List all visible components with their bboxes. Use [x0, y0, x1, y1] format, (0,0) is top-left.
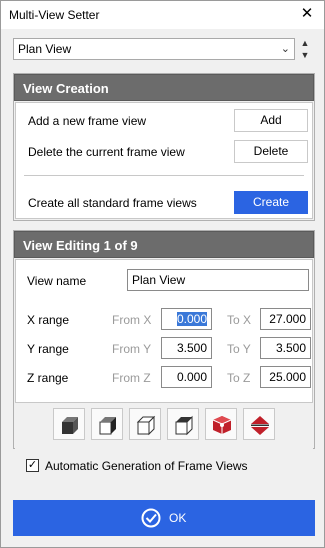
to-y-label: To Y [227, 342, 251, 356]
tool-button-3d[interactable] [205, 408, 237, 440]
view-name-label: View name [27, 274, 87, 288]
cube-3d-red-icon [212, 416, 232, 434]
cube-left-light-icon [136, 415, 156, 436]
tool-button-left[interactable] [129, 408, 161, 440]
create-button[interactable]: Create [234, 191, 308, 214]
from-z-input[interactable]: 0.000 [161, 366, 212, 388]
divider [24, 175, 304, 176]
delete-frame-view-label: Delete the current frame view [28, 145, 185, 159]
x-range-label: X range [27, 313, 70, 327]
auto-generation-label: Automatic Generation of Frame Views [45, 459, 248, 473]
check-circle-icon [141, 508, 161, 528]
from-y-input[interactable]: 3.500 [161, 337, 212, 359]
to-y-input[interactable]: 3.500 [260, 337, 311, 359]
spin-down-icon[interactable]: ▼ [298, 49, 312, 61]
ok-button-label: OK [169, 511, 187, 525]
tool-button-right[interactable] [91, 408, 123, 440]
from-z-label: From Z [112, 371, 151, 385]
spin-up-icon[interactable]: ▲ [298, 37, 312, 49]
view-editing-body: View name Plan View X range From X 0.000… [15, 259, 313, 402]
add-button[interactable]: Add [234, 109, 308, 132]
view-editing-panel: View Editing 1 of 9 View name Plan View … [13, 230, 315, 449]
cube-right-dark-icon [99, 417, 116, 435]
multi-view-setter-window: Multi-View Setter ✕ Plan View ⌄ ▲ ▼ View… [0, 0, 325, 548]
tool-button-back[interactable] [167, 408, 199, 440]
z-range-label: Z range [27, 371, 69, 385]
delete-button[interactable]: Delete [234, 140, 308, 163]
auto-generation-checkbox[interactable]: ✓ [26, 459, 39, 472]
from-x-input[interactable]: 0.000 [161, 308, 212, 330]
to-z-label: To Z [227, 371, 251, 385]
cube-back-light-icon [175, 415, 193, 436]
from-y-label: From Y [112, 342, 152, 356]
chevron-down-icon: ⌄ [280, 43, 290, 55]
view-creation-panel: View Creation Add a new frame view Add D… [13, 73, 315, 221]
tool-button-front[interactable] [53, 408, 85, 440]
add-frame-view-label: Add a new frame view [28, 114, 147, 128]
flip-vertical-red-icon [251, 416, 269, 435]
ok-button[interactable]: OK [13, 500, 315, 536]
cube-front-dark-icon [62, 417, 78, 434]
window-title: Multi-View Setter [9, 8, 100, 22]
from-x-label: From X [112, 313, 152, 327]
tool-button-flip[interactable] [243, 408, 275, 440]
view-name-input[interactable]: Plan View [127, 269, 309, 291]
to-x-label: To X [227, 313, 252, 327]
title-bar: Multi-View Setter ✕ [1, 1, 324, 29]
view-creation-heading: View Creation [14, 74, 314, 101]
view-editing-heading: View Editing 1 of 9 [14, 231, 314, 258]
view-creation-body: Add a new frame view Add Delete the curr… [15, 102, 313, 219]
to-z-input[interactable]: 25.000 [260, 366, 311, 388]
view-select-value: Plan View [18, 42, 72, 56]
view-spinner: ▲ ▼ [298, 37, 312, 61]
close-icon[interactable]: ✕ [296, 4, 318, 24]
view-select[interactable]: Plan View ⌄ [13, 38, 295, 60]
y-range-label: Y range [27, 342, 69, 356]
from-x-value: 0.000 [176, 312, 207, 326]
view-tools-toolbar [15, 402, 313, 449]
create-standard-views-label: Create all standard frame views [28, 196, 197, 210]
to-x-input[interactable]: 27.000 [260, 308, 311, 330]
